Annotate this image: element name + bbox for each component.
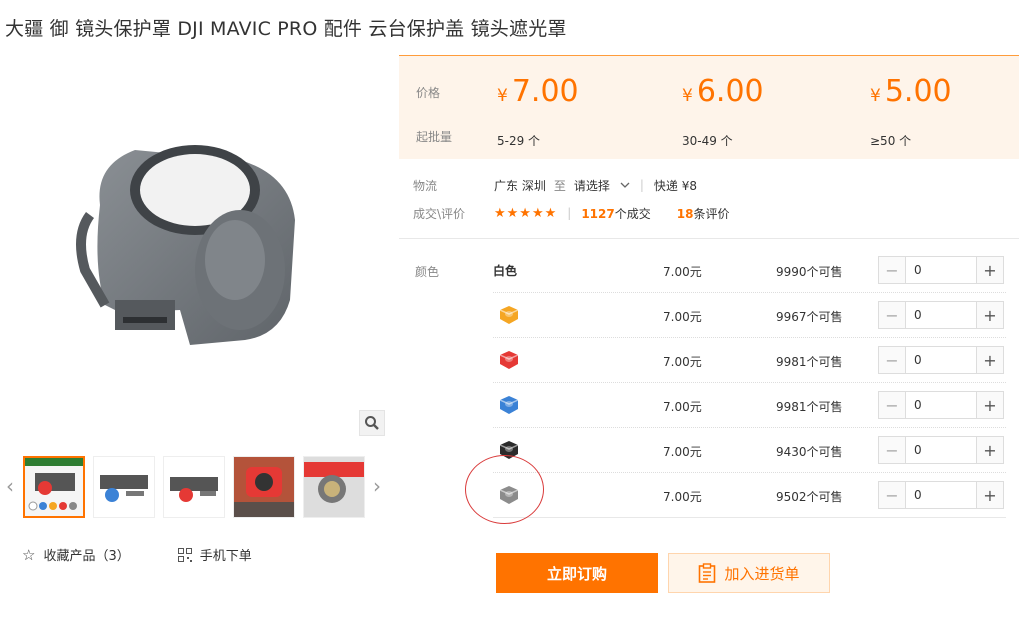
thumbnail-2[interactable] xyxy=(93,456,155,518)
sku-stock: 9981个可售 xyxy=(776,400,843,414)
favorite-button[interactable]: ☆ 收藏产品（3） xyxy=(22,545,130,565)
deals-label: 成交\评价 xyxy=(413,206,466,221)
main-product-image[interactable] xyxy=(5,55,385,440)
thumbnail-3[interactable] xyxy=(163,456,225,518)
sku-price: 7.00元 xyxy=(663,310,702,324)
sku-price: 7.00元 xyxy=(663,400,702,414)
ship-from: 广东 深圳 xyxy=(494,178,546,193)
add-to-list-label: 加入进货单 xyxy=(724,564,800,583)
buy-now-button[interactable]: 立即订购 xyxy=(496,553,658,593)
plus-icon[interactable]: + xyxy=(976,437,1003,463)
annotation-circle xyxy=(465,455,544,524)
shipping-fee: 快递 ¥8 xyxy=(653,178,697,193)
deal-count[interactable]: 1127个成交 xyxy=(581,205,650,222)
sku-color-swatch[interactable] xyxy=(496,302,522,328)
quantity-input[interactable]: 0 xyxy=(906,257,976,283)
plus-icon[interactable]: + xyxy=(976,302,1003,328)
quantity-stepper: − 0 + xyxy=(878,391,1004,419)
zoom-button[interactable] xyxy=(359,410,385,436)
destination-select[interactable]: 请选择 xyxy=(574,177,630,194)
favorite-label: 收藏产品（3） xyxy=(43,549,130,564)
sku-color-swatch[interactable] xyxy=(496,347,522,373)
minus-icon[interactable]: − xyxy=(879,482,906,508)
quantity-stepper: − 0 + xyxy=(878,436,1004,464)
sku-price: 7.00元 xyxy=(663,445,702,459)
sku-row: 7.00元 9502个可售 − 0 + xyxy=(493,473,1006,518)
sku-stock: 9981个可售 xyxy=(776,355,843,369)
sku-stock: 9502个可售 xyxy=(776,490,843,504)
sku-row: 7.00元 9967个可售 − 0 + xyxy=(493,293,1006,338)
quantity-input[interactable]: 0 xyxy=(906,437,976,463)
quantity-stepper: − 0 + xyxy=(878,346,1004,374)
clipboard-icon xyxy=(699,563,716,583)
sku-color-swatch[interactable] xyxy=(496,392,522,418)
quantity-input[interactable]: 0 xyxy=(906,392,976,418)
chevron-down-icon xyxy=(620,182,630,188)
add-to-list-button[interactable]: 加入进货单 xyxy=(668,553,830,593)
thumbnail-1[interactable] xyxy=(23,456,85,518)
minus-icon[interactable]: − xyxy=(879,392,906,418)
plus-icon[interactable]: + xyxy=(976,392,1003,418)
price-label: 价格 xyxy=(416,86,441,100)
plus-icon[interactable]: + xyxy=(976,347,1003,373)
tier-price: 5.00 xyxy=(884,74,952,109)
sku-row: 7.00元 9430个可售 − 0 + xyxy=(493,428,1006,473)
quantity-stepper: − 0 + xyxy=(878,301,1004,329)
sku-color-name[interactable]: 白色 xyxy=(493,262,517,279)
moq-label: 起批量 xyxy=(416,130,453,144)
sku-price: 7.00元 xyxy=(663,490,702,504)
divider xyxy=(399,238,1019,239)
thumb-prev-arrow-icon[interactable]: ‹ xyxy=(2,474,18,498)
magnifier-icon xyxy=(365,416,379,430)
thumbnail-5[interactable] xyxy=(303,456,365,518)
gallery-actions: ☆ 收藏产品（3） 手机下单 xyxy=(22,545,252,565)
minus-icon[interactable]: − xyxy=(879,257,906,283)
quantity-input[interactable]: 0 xyxy=(906,482,976,508)
tier-range: 30-49 个 xyxy=(682,134,733,148)
sku-stock: 9430个可售 xyxy=(776,445,843,459)
thumbnail-4[interactable] xyxy=(233,456,295,518)
sku-row: 7.00元 9981个可售 − 0 + xyxy=(493,338,1006,383)
quantity-input[interactable]: 0 xyxy=(906,347,976,373)
thumb-next-arrow-icon[interactable]: › xyxy=(369,474,385,498)
minus-icon[interactable]: − xyxy=(879,347,906,373)
review-count[interactable]: 18条评价 xyxy=(677,205,730,222)
sku-row: 7.00元 9981个可售 − 0 + xyxy=(493,383,1006,428)
rating-stars: ★★★★★ xyxy=(494,205,558,221)
tier-price: 7.00 xyxy=(511,74,579,109)
color-label: 颜色 xyxy=(415,265,440,279)
qr-code-icon xyxy=(177,547,192,562)
sku-price: 7.00元 xyxy=(663,355,702,369)
sku-stock: 9967个可售 xyxy=(776,310,843,324)
mobile-order-label: 手机下单 xyxy=(199,549,252,564)
minus-icon[interactable]: − xyxy=(879,437,906,463)
product-title: 大疆 御 镜头保护罩 DJI MAVIC PRO 配件 云台保护盖 镜头遮光罩 xyxy=(5,18,567,40)
logistics-label: 物流 xyxy=(413,178,438,193)
sku-row: 白色 7.00元 9990个可售 − 0 + xyxy=(493,248,1006,293)
sku-stock: 9990个可售 xyxy=(776,265,843,279)
plus-icon[interactable]: + xyxy=(976,482,1003,508)
thumbnail-strip: ‹ › xyxy=(0,452,395,524)
mobile-order-button[interactable]: 手机下单 xyxy=(177,545,252,564)
quantity-stepper: − 0 + xyxy=(878,481,1004,509)
price-tier-2: ¥6.00 30-49 个 xyxy=(682,74,764,148)
tier-range: ≥50 个 xyxy=(870,134,912,148)
sku-price: 7.00元 xyxy=(663,265,702,279)
price-panel: 价格 起批量 ¥7.00 5-29 个 ¥6.00 30-49 个 ¥5.00 … xyxy=(399,55,1019,159)
minus-icon[interactable]: − xyxy=(879,302,906,328)
tier-range: 5-29 个 xyxy=(497,134,541,148)
sku-list: 白色 7.00元 9990个可售 − 0 + 7.00元 9967个可售 − 0 … xyxy=(493,248,1006,518)
logistics-panel: 物流 广东 深圳 至 请选择 | 快递 ¥8 成交\评价 ★★★★★ | 112… xyxy=(413,177,730,222)
plus-icon[interactable]: + xyxy=(976,257,1003,283)
price-tier-1: ¥7.00 5-29 个 xyxy=(497,74,579,148)
price-tier-3: ¥5.00 ≥50 个 xyxy=(870,74,952,148)
tier-price: 6.00 xyxy=(696,74,764,109)
quantity-input[interactable]: 0 xyxy=(906,302,976,328)
quantity-stepper: − 0 + xyxy=(878,256,1004,284)
star-outline-icon: ☆ xyxy=(22,545,36,564)
